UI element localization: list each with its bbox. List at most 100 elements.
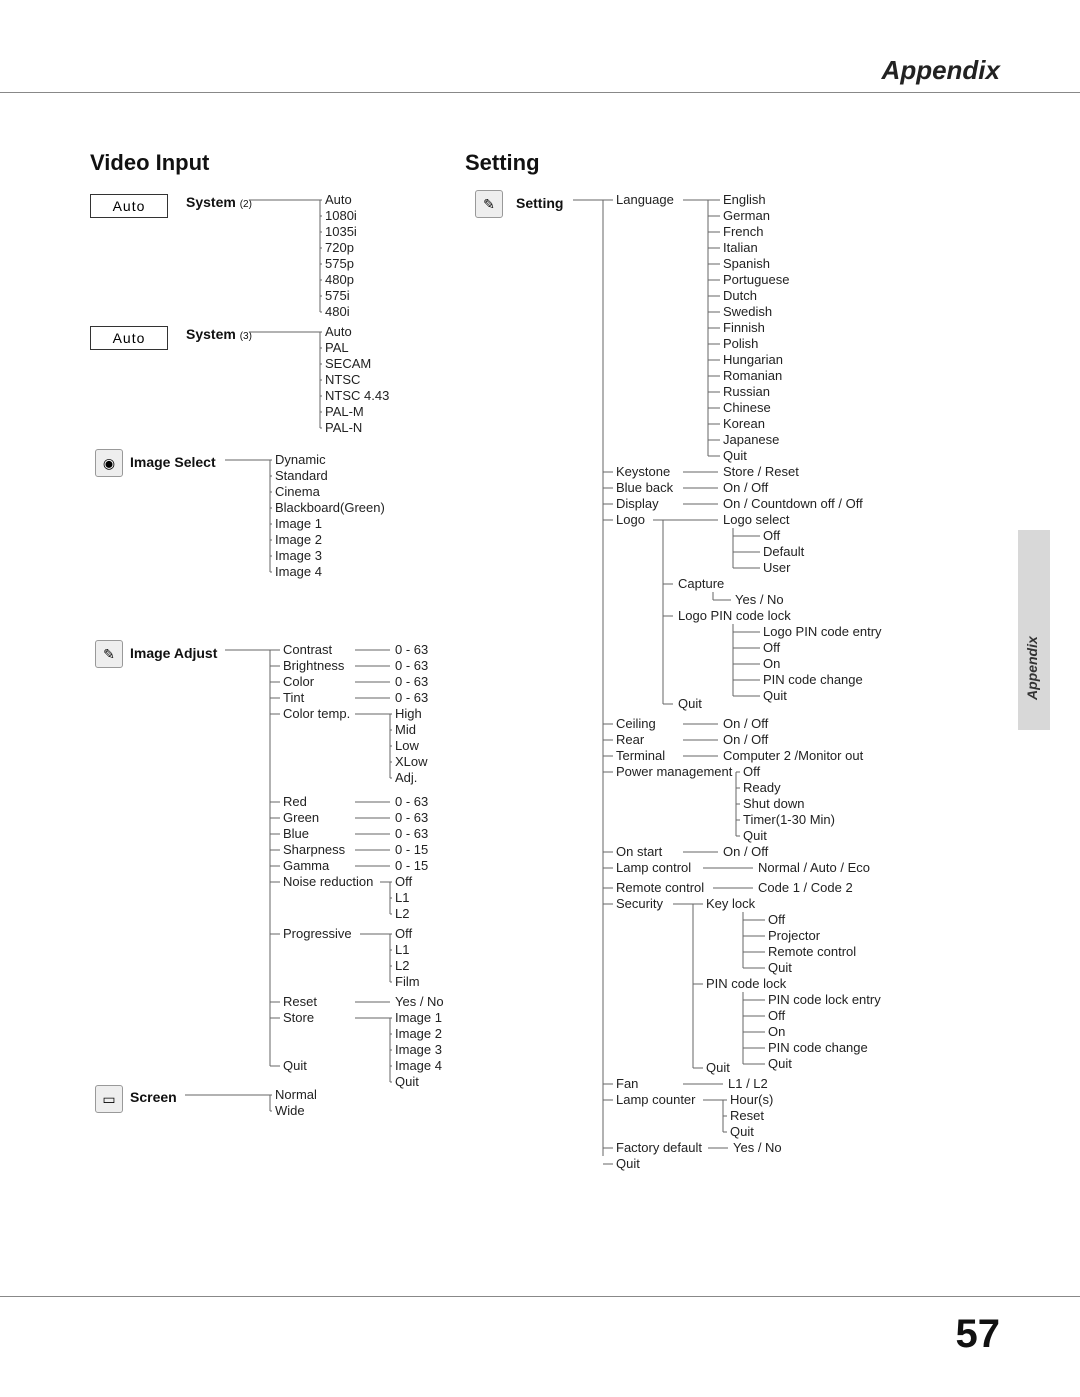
svg-text:Blue back: Blue back bbox=[616, 480, 674, 495]
svg-text:Power management: Power management bbox=[616, 764, 733, 779]
tree-leaf: 1035i bbox=[325, 224, 357, 239]
svg-text:0 - 63: 0 - 63 bbox=[395, 642, 428, 657]
tree-leaf: Off bbox=[743, 764, 760, 779]
svg-text:Lamp control: Lamp control bbox=[616, 860, 691, 875]
tree-leaf: Timer(1-30 Min) bbox=[743, 812, 835, 827]
system3-label: System (3) bbox=[186, 326, 252, 342]
tree-leaf: Image 3 bbox=[395, 1042, 442, 1057]
svg-text:Keystone: Keystone bbox=[616, 464, 670, 479]
setting-title: Setting bbox=[465, 150, 540, 176]
tree-leaf: Image 4 bbox=[275, 564, 322, 579]
tree-leaf: Chinese bbox=[723, 400, 771, 415]
svg-text:Rear: Rear bbox=[616, 732, 645, 747]
svg-text:Language: Language bbox=[616, 192, 674, 207]
svg-text:On / Off: On / Off bbox=[723, 716, 769, 731]
svg-text:Fan: Fan bbox=[616, 1076, 638, 1091]
svg-text:Tint: Tint bbox=[283, 690, 305, 705]
tree-leaf: Polish bbox=[723, 336, 758, 351]
tree-leaf: Italian bbox=[723, 240, 758, 255]
svg-text:Contrast: Contrast bbox=[283, 642, 333, 657]
tree-leaf: Film bbox=[395, 974, 420, 989]
auto-box-2: Auto bbox=[90, 194, 168, 218]
svg-text:0 - 15: 0 - 15 bbox=[395, 842, 428, 857]
tree-leaf: Quit bbox=[723, 448, 747, 463]
tree-leaf: Off bbox=[768, 1008, 785, 1023]
svg-text:Display: Display bbox=[616, 496, 659, 511]
tree-leaf: English bbox=[723, 192, 766, 207]
svg-text:Brightness: Brightness bbox=[283, 658, 345, 673]
tree-leaf: Quit bbox=[768, 960, 792, 975]
svg-text:Key lock: Key lock bbox=[706, 896, 756, 911]
tree-leaf: L1 bbox=[395, 942, 409, 957]
tree-leaf: User bbox=[763, 560, 791, 575]
svg-text:0 - 63: 0 - 63 bbox=[395, 826, 428, 841]
svg-text:0 - 63: 0 - 63 bbox=[395, 794, 428, 809]
tree-leaf: Russian bbox=[723, 384, 770, 399]
svg-text:Security: Security bbox=[616, 896, 663, 911]
tree-leaf: Wide bbox=[275, 1103, 305, 1118]
svg-text:0 - 63: 0 - 63 bbox=[395, 810, 428, 825]
tree-leaf: Normal bbox=[275, 1087, 317, 1102]
system3-tree: AutoPALSECAMNTSCNTSC 4.43PAL-MPAL-N bbox=[250, 332, 450, 452]
tree-leaf: Off bbox=[768, 912, 785, 927]
tree-leaf: L1 bbox=[395, 890, 409, 905]
image-select-tree: DynamicStandardCinemaBlackboard(Green)Im… bbox=[225, 460, 445, 590]
image-adjust-label: Image Adjust bbox=[130, 645, 217, 661]
tree-leaf: Default bbox=[763, 544, 805, 559]
tree-leaf: Quit bbox=[763, 688, 787, 703]
image-select-label: Image Select bbox=[130, 454, 216, 470]
screen-tree: NormalWide bbox=[185, 1095, 365, 1135]
svg-text:Terminal: Terminal bbox=[616, 748, 665, 763]
tree-leaf: NTSC 4.43 bbox=[325, 388, 389, 403]
svg-text:Factory default: Factory default bbox=[616, 1140, 702, 1155]
tree-leaf: SECAM bbox=[325, 356, 371, 371]
svg-text:Reset: Reset bbox=[283, 994, 317, 1009]
setting-tree: Language EnglishGermanFrenchItalianSpani… bbox=[573, 200, 993, 1180]
image-adjust-icon: ✎ bbox=[95, 640, 123, 668]
svg-text:Yes / No: Yes / No bbox=[733, 1140, 782, 1155]
tree-leaf: Image 2 bbox=[275, 532, 322, 547]
tree-leaf: High bbox=[395, 706, 422, 721]
tree-leaf: On bbox=[763, 656, 780, 671]
tree-leaf: Japanese bbox=[723, 432, 779, 447]
svg-text:Blue: Blue bbox=[283, 826, 309, 841]
auto-box-3: Auto bbox=[90, 326, 168, 350]
svg-text:Quit: Quit bbox=[616, 1156, 640, 1171]
svg-text:0 - 63: 0 - 63 bbox=[395, 658, 428, 673]
svg-text:Quit: Quit bbox=[283, 1058, 307, 1073]
svg-text:Color: Color bbox=[283, 674, 315, 689]
tree-leaf: Shut down bbox=[743, 796, 804, 811]
svg-text:On / Off: On / Off bbox=[723, 844, 769, 859]
tree-leaf: Quit bbox=[395, 1074, 419, 1089]
screen-icon: ▭ bbox=[95, 1085, 123, 1113]
setting-icon: ✎ bbox=[475, 190, 503, 218]
tree-leaf: Korean bbox=[723, 416, 765, 431]
svg-text:Sharpness: Sharpness bbox=[283, 842, 346, 857]
tree-leaf: Dynamic bbox=[275, 452, 326, 467]
svg-text:Ceiling: Ceiling bbox=[616, 716, 656, 731]
svg-text:Code 1 / Code 2: Code 1 / Code 2 bbox=[758, 880, 853, 895]
svg-text:Logo: Logo bbox=[616, 512, 645, 527]
svg-text:On start: On start bbox=[616, 844, 663, 859]
svg-text:Computer 2 /Monitor out: Computer 2 /Monitor out bbox=[723, 748, 864, 763]
tree-leaf: 575p bbox=[325, 256, 354, 271]
svg-text:Normal / Auto / Eco: Normal / Auto / Eco bbox=[758, 860, 870, 875]
tree-leaf: Image 1 bbox=[395, 1010, 442, 1025]
tree-leaf: Hungarian bbox=[723, 352, 783, 367]
footer-rule bbox=[0, 1296, 1080, 1297]
tree-leaf: PIN code change bbox=[763, 672, 863, 687]
svg-text:Remote control: Remote control bbox=[616, 880, 704, 895]
tree-leaf: Standard bbox=[275, 468, 328, 483]
image-select-icon: ◉ bbox=[95, 449, 123, 477]
svg-text:0 - 63: 0 - 63 bbox=[395, 674, 428, 689]
tree-leaf: Off bbox=[395, 874, 412, 889]
svg-text:Logo PIN code lock: Logo PIN code lock bbox=[678, 608, 791, 623]
tree-leaf: Quit bbox=[743, 828, 767, 843]
tree-leaf: Quit bbox=[768, 1056, 792, 1071]
tree-leaf: Remote control bbox=[768, 944, 856, 959]
svg-text:On / Countdown off / Off: On / Countdown off / Off bbox=[723, 496, 863, 511]
setting-label: Setting bbox=[516, 195, 563, 211]
svg-text:Store: Store bbox=[283, 1010, 314, 1025]
tree-leaf: Low bbox=[395, 738, 419, 753]
tree-leaf: Finnish bbox=[723, 320, 765, 335]
